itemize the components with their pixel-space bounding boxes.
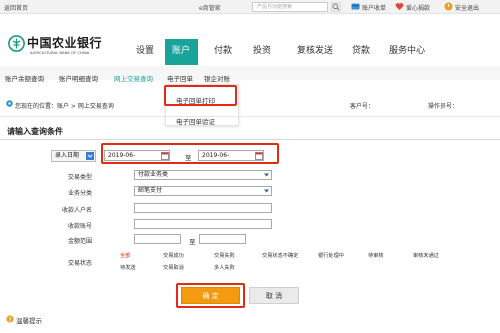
trade-type-label: 交易类型	[68, 174, 93, 181]
logout-icon	[444, 2, 453, 11]
business-type-value: 邮笔支付	[138, 187, 163, 194]
bank-name-cn: 中国农业银行	[27, 36, 103, 50]
status-option-cancelled[interactable]: 交易取消	[163, 264, 184, 271]
chevron-down-icon	[86, 152, 94, 160]
charity-link[interactable]: 爱心捐款	[406, 3, 430, 12]
query-section-title: 请输入查询条件	[7, 127, 63, 136]
subnav-balance-query[interactable]: 账户余额查询	[5, 73, 44, 83]
divider	[0, 139, 500, 140]
search-input[interactable]: 产品与功能搜索	[252, 2, 328, 12]
nav-investment[interactable]: 投资	[253, 43, 271, 56]
subnav-reconciliation[interactable]: 银企对账	[204, 73, 230, 83]
status-option-review-rejected[interactable]: 审核未通过	[413, 252, 439, 259]
bank-name-en: AGRICULTURAL BANK OF CHINA	[30, 51, 90, 55]
tips-label: 温馨提示	[16, 317, 42, 325]
search-icon[interactable]	[331, 2, 341, 12]
home-link[interactable]: 返回首页	[4, 3, 28, 12]
status-option-pending-send[interactable]: 待发送	[120, 264, 136, 271]
amount-max-input[interactable]	[199, 234, 246, 244]
status-option-failed[interactable]: 交易失败	[214, 252, 235, 259]
nav-payment[interactable]: 付款	[214, 43, 232, 56]
amount-min-input[interactable]	[134, 234, 181, 244]
nav-service-center[interactable]: 服务中心	[389, 43, 425, 56]
operator-number-label: 操作员号：	[428, 103, 459, 110]
status-option-uncertain[interactable]: 交易状态不确定	[262, 252, 298, 259]
nav-loans[interactable]: 贷款	[352, 43, 370, 56]
highlight-box	[164, 85, 237, 106]
date-range-separator: 至	[185, 154, 192, 162]
location-icon	[6, 100, 13, 107]
status-option-success[interactable]: 交易成功	[163, 252, 184, 259]
heart-icon	[395, 3, 404, 10]
amount-range-separator: 至	[189, 238, 196, 246]
merchant-acquiring-link[interactable]: 账户收单	[362, 3, 386, 12]
nav-review-send[interactable]: 复核发送	[297, 43, 333, 56]
utility-bar: 返回首页 e商管家 产品与功能搜索 账户收单 爱心捐款 安全退出	[0, 0, 500, 14]
status-option-all[interactable]: 全部	[120, 252, 130, 259]
abc-logo-icon	[8, 35, 25, 52]
info-icon	[6, 315, 14, 323]
business-type-label: 业务分类	[68, 190, 93, 197]
confirm-button[interactable]: 确 定	[181, 287, 240, 304]
subnav-online-trade-query[interactable]: 网上交易查询	[114, 73, 153, 83]
nav-settings[interactable]: 设置	[136, 43, 154, 56]
divider	[0, 116, 500, 117]
amount-range-label: 金额范围	[68, 238, 93, 245]
trade-status-label: 交易状态	[68, 260, 93, 267]
menu-item-e-receipt-verify[interactable]: 电子回单验证	[176, 116, 215, 126]
date-type-value: 录入日期	[55, 152, 80, 159]
subnav-e-receipt[interactable]: 电子回单	[167, 73, 193, 83]
trade-type-select[interactable]: 付款业务类	[134, 170, 272, 180]
nav-account[interactable]: 账户	[172, 43, 190, 56]
chevron-down-icon	[264, 173, 269, 177]
epay-link[interactable]: e商管家	[199, 3, 221, 12]
business-type-select[interactable]: 邮笔支付	[134, 186, 272, 196]
calendar-icon[interactable]	[255, 151, 263, 160]
logout-link[interactable]: 安全退出	[455, 3, 479, 12]
customer-number-label: 客户号：	[350, 103, 375, 110]
calendar-icon[interactable]	[161, 151, 169, 160]
status-option-multi-failed[interactable]: 多人失败	[214, 264, 235, 271]
subnav-detail-query[interactable]: 账户明细查询	[59, 73, 98, 83]
chevron-down-icon	[264, 189, 269, 193]
card-icon	[351, 3, 360, 10]
date-type-select[interactable]: 录入日期	[51, 150, 96, 162]
payee-account-label: 收款账号	[68, 223, 93, 230]
status-option-pending-review[interactable]: 待审核	[368, 252, 384, 259]
payee-name-label: 收款人户名	[62, 207, 93, 214]
breadcrumb: 您现在的位置：账户 > 网上交易查询	[15, 103, 114, 110]
status-option-processing[interactable]: 银行处理中	[318, 252, 344, 259]
cancel-button[interactable]: 取 消	[249, 287, 299, 304]
payee-account-input[interactable]	[134, 219, 272, 229]
trade-type-value: 付款业务类	[138, 171, 169, 178]
payee-name-input[interactable]	[134, 203, 272, 213]
